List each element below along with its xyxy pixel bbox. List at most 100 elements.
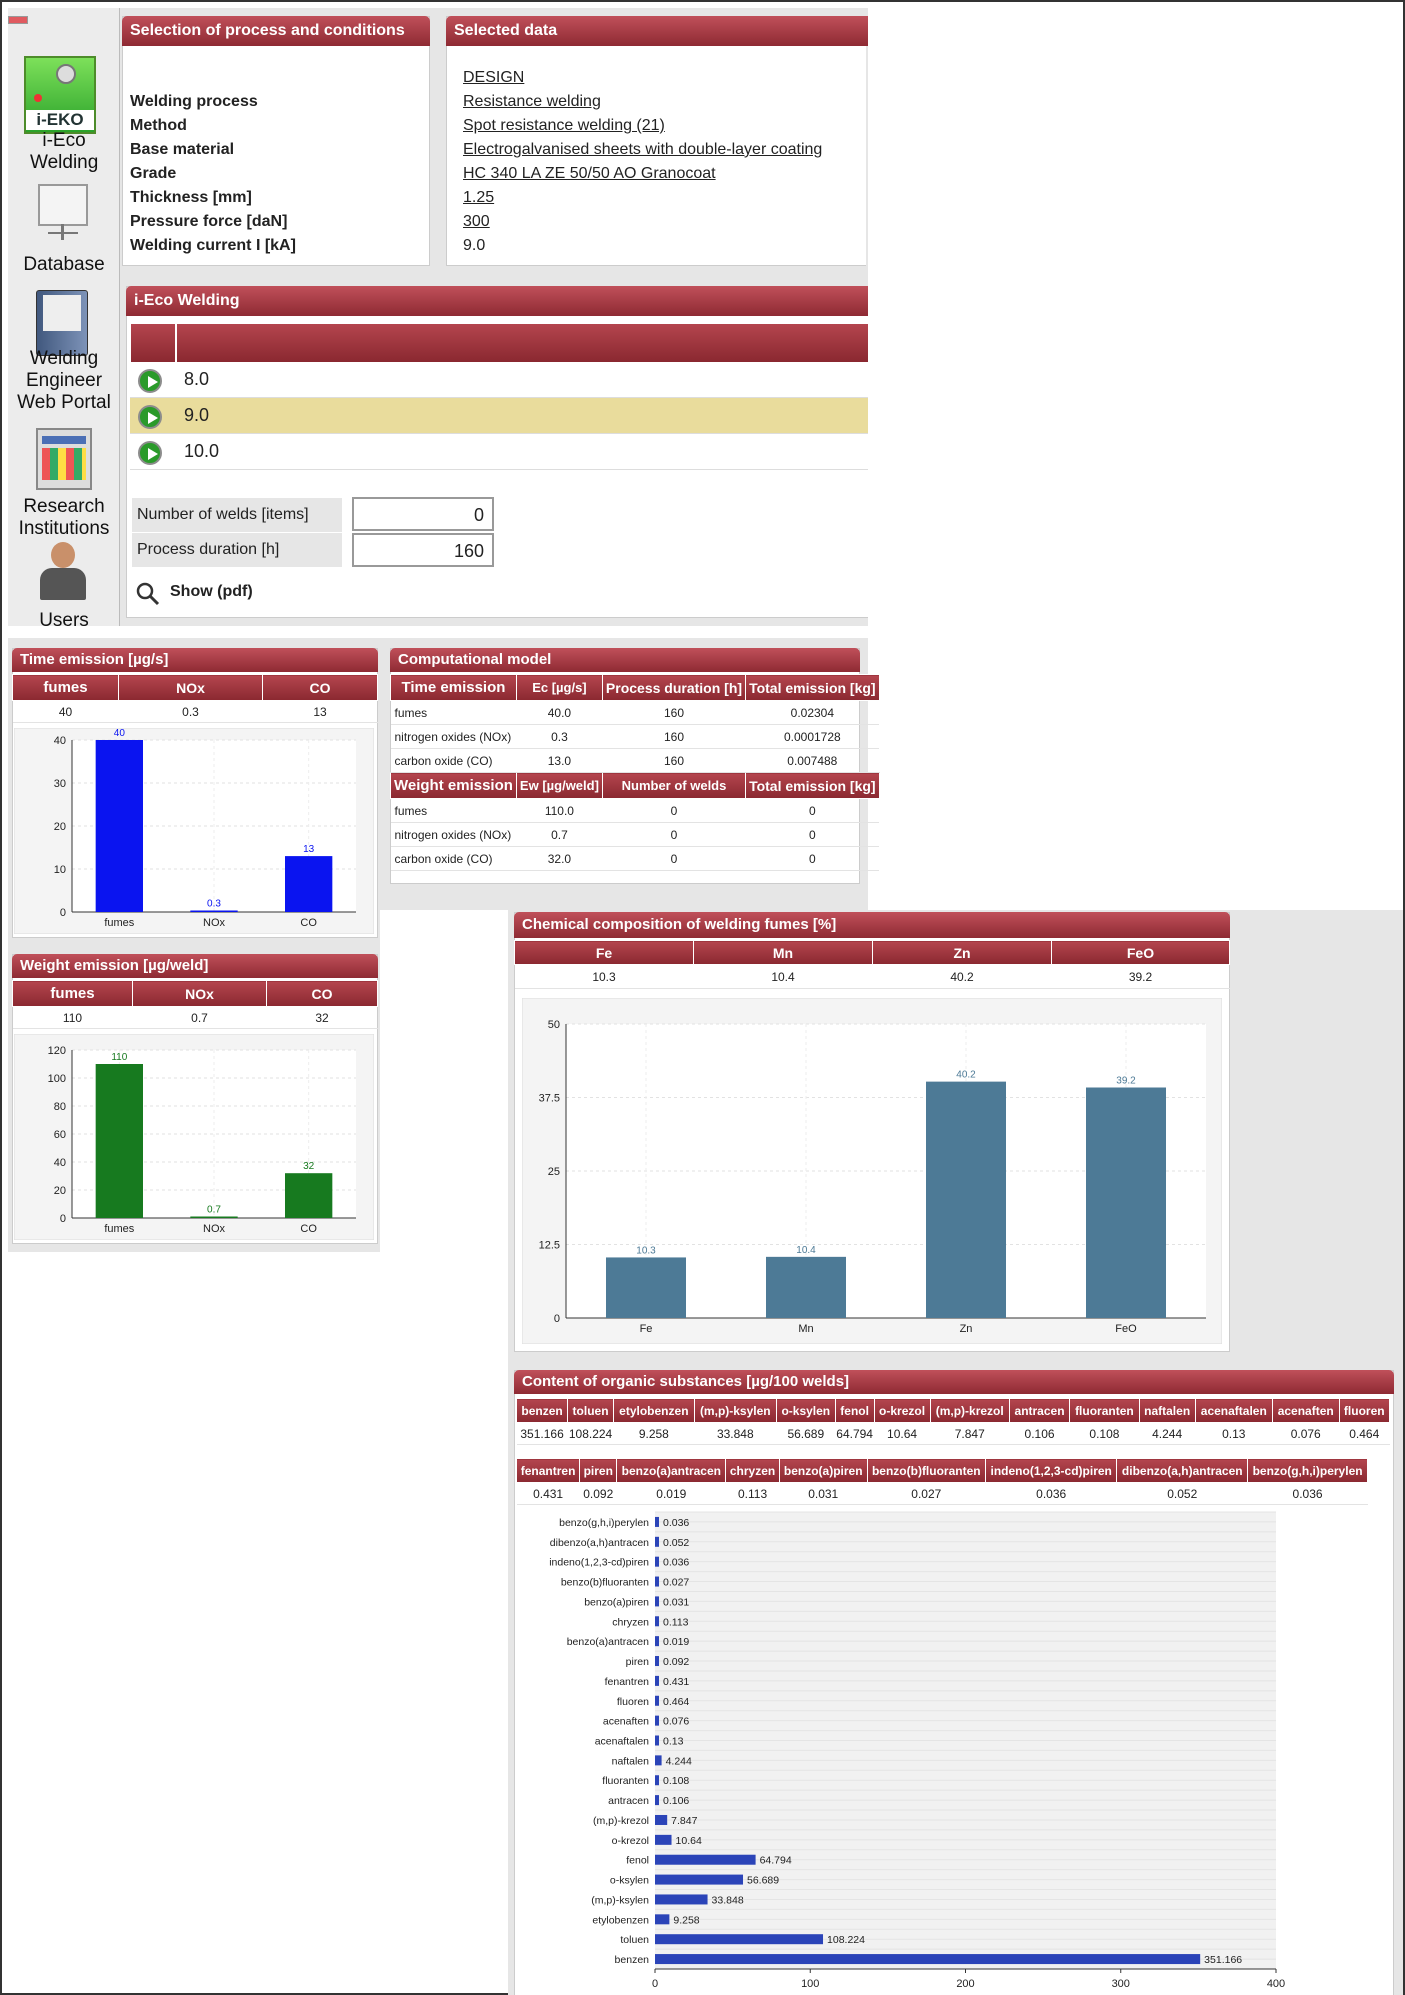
sidebar-item-database[interactable]: Database — [8, 254, 120, 276]
value-base-material[interactable]: Electrogalvanised sheets with double-lay… — [463, 141, 822, 159]
col-header: acenaftalen — [1194, 1398, 1273, 1423]
y-tick-label: 40 — [54, 1157, 66, 1169]
label-base-material: Base material — [130, 141, 235, 158]
y-tick-label: etylobenzen — [592, 1914, 649, 1926]
show-pdf-button[interactable]: Show (pdf) — [136, 580, 276, 606]
play-icon[interactable] — [138, 441, 162, 465]
bar-value-label: 0.3 — [207, 899, 221, 910]
bar — [655, 1616, 659, 1627]
option-row-9-selected[interactable]: 9.0 — [130, 398, 868, 434]
selection-panel-header: Selection of process and conditions — [122, 16, 430, 46]
bar-value-label: 10.4 — [796, 1245, 816, 1256]
sidebar-item-users[interactable]: Users — [8, 610, 120, 632]
presentation-board-icon[interactable] — [38, 180, 88, 240]
option-row-8[interactable]: 8.0 — [130, 362, 868, 398]
bar — [655, 1874, 744, 1885]
chem-table: Fe Mn Zn FeO 10.3 10.4 40.2 39.2 — [514, 940, 1230, 989]
cell: 0 — [602, 846, 746, 871]
option-row-10[interactable]: 10.0 — [130, 434, 868, 470]
x-tick-label: fumes — [104, 917, 134, 929]
bar-value-label: 64.794 — [760, 1855, 792, 1867]
play-icon[interactable] — [138, 405, 162, 429]
cell: 64.794 — [835, 1422, 875, 1445]
user-icon[interactable] — [38, 542, 88, 602]
cell: 0 — [602, 798, 746, 823]
cell: 13.0 — [516, 748, 603, 773]
time-emission-header: Time emission [µg/s] — [12, 648, 378, 672]
y-tick-label: 20 — [54, 821, 66, 833]
y-tick-label: 40 — [54, 735, 66, 747]
col-header: (m,p)-krezol — [929, 1398, 1010, 1423]
weight-emission-header: Weight emission [µg/weld] — [12, 954, 378, 978]
time-emission-table: fumes NOx CO 40 0.3 13 — [12, 674, 378, 723]
sidebar-item-research-institutions[interactable]: Research Institutions — [8, 496, 120, 540]
sidebar-item-i-eco-welding[interactable]: i-Eco Welding — [8, 130, 120, 174]
value-welding-process[interactable]: Resistance welding — [463, 93, 601, 111]
col-header: Number of welds — [601, 772, 747, 799]
col-header: fluoren — [1338, 1398, 1391, 1423]
bar — [655, 1914, 670, 1925]
y-tick-label: 50 — [548, 1019, 560, 1031]
y-tick-label: 20 — [54, 1185, 66, 1197]
bar — [655, 1834, 672, 1845]
y-tick-label: o-krezol — [612, 1835, 649, 1847]
bar-value-label: 0.106 — [663, 1795, 689, 1807]
bar-value-label: 110 — [111, 1052, 127, 1063]
cell: 351.166 — [516, 1422, 568, 1445]
y-tick-label: 0 — [554, 1313, 560, 1325]
cell: 40 — [12, 700, 119, 723]
sidebar-item-welding-engineer-web-portal[interactable]: Welding Engineer Web Portal — [8, 348, 120, 414]
cell: 13 — [262, 700, 378, 723]
y-tick-label: fenantren — [605, 1676, 650, 1688]
value-pressure-force[interactable]: 300 — [463, 213, 490, 231]
x-tick-label: Mn — [798, 1323, 813, 1335]
bar-value-label: 0.031 — [663, 1596, 689, 1608]
value-grade[interactable]: HC 340 LA ZE 50/50 AO Granocoat — [463, 165, 716, 183]
bar — [655, 1576, 659, 1587]
y-tick-label: fluoranten — [602, 1775, 649, 1787]
cell: 40.0 — [516, 700, 603, 725]
x-tick-label: Fe — [640, 1323, 653, 1335]
duration-label: Process duration [h] — [137, 541, 280, 558]
y-tick-label: 0 — [60, 907, 66, 919]
bar — [285, 856, 333, 912]
chem-chart: 0 12.5 25 37.5 50 10.3 Fe 10.4 Mn 40.2 Zn 39.2 FeO — [522, 998, 1222, 1344]
welds-input[interactable]: 0 — [352, 497, 494, 531]
col-header: CO — [262, 674, 378, 701]
show-pdf-label: Show (pdf) — [170, 583, 253, 600]
cell: 0.13 — [1195, 1422, 1273, 1445]
bar — [655, 1934, 824, 1945]
y-tick-label: benzo(g,h,i)perylen — [559, 1517, 649, 1529]
col-header: Ec [µg/s] — [515, 674, 603, 701]
y-tick-label: 80 — [54, 1101, 66, 1113]
bar-value-label: 56.689 — [747, 1875, 779, 1887]
y-tick-label: indeno(1,2,3-cd)piren — [549, 1557, 649, 1569]
cell: 0.3 — [118, 700, 263, 723]
value-method[interactable]: Spot resistance welding (21) — [463, 117, 665, 135]
document-icon[interactable] — [36, 290, 88, 356]
cell: nitrogen oxides (NOx) — [390, 822, 517, 847]
bar-value-label: 33.848 — [712, 1894, 744, 1906]
col-header: Weight emission — [390, 772, 517, 799]
label-pressure-force: Pressure force [daN] — [130, 213, 288, 230]
cell: carbon oxide (CO) — [390, 846, 517, 871]
bar-value-label: 0.13 — [663, 1736, 684, 1748]
duration-input[interactable]: 160 — [352, 533, 494, 567]
y-tick-label: benzen — [615, 1954, 650, 1966]
x-tick-label: NOx — [203, 917, 226, 929]
option-value: 8.0 — [184, 369, 210, 389]
play-icon[interactable] — [138, 369, 162, 393]
cell: 0 — [745, 822, 880, 847]
cell: 108.224 — [567, 1422, 614, 1445]
value-thickness[interactable]: 1.25 — [463, 189, 494, 207]
label-method: Method — [130, 117, 187, 134]
calendar-grid-icon[interactable] — [36, 428, 92, 490]
cell: 0.0001728 — [745, 724, 880, 749]
bar — [655, 1656, 659, 1667]
i-eko-logo-icon[interactable]: i-EKO — [24, 56, 96, 134]
cell: 0.3 — [516, 724, 603, 749]
y-tick-label: 30 — [54, 778, 66, 790]
value-design[interactable]: DESIGN — [463, 69, 524, 87]
col-header: Ew [µg/weld] — [515, 772, 603, 799]
col-header: naftalen — [1138, 1398, 1196, 1423]
